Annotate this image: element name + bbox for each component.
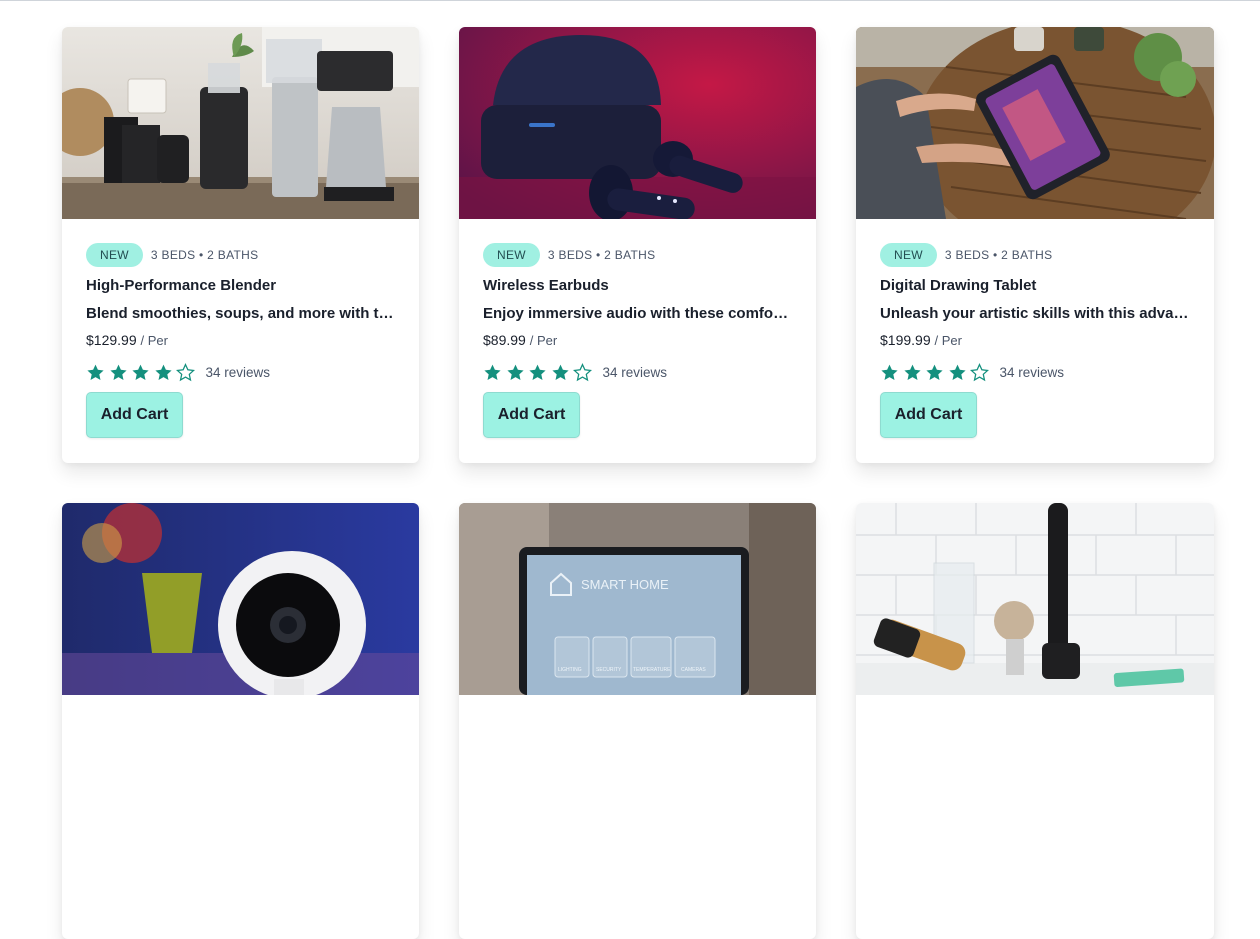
new-badge: New — [880, 243, 937, 267]
product-image — [856, 503, 1214, 695]
star-filled-icon — [948, 364, 966, 380]
product-card: New 3 beds • 2 baths High-Performance Bl… — [62, 27, 419, 463]
review-count: 34 reviews — [999, 364, 1065, 380]
star-filled-icon — [109, 364, 127, 380]
star-filled-icon — [551, 364, 569, 380]
product-image — [459, 27, 816, 219]
earbuds-photo-icon — [459, 27, 816, 219]
rating: 34 reviews — [86, 361, 395, 383]
price-unit: / Per — [529, 333, 558, 348]
tile-lighting: LIGHTING — [558, 667, 582, 673]
star-outline-icon — [573, 362, 592, 381]
star-filled-icon — [529, 364, 546, 380]
top-divider — [0, 0, 1260, 1]
new-badge: New — [86, 243, 143, 267]
star-outline-icon — [970, 362, 989, 381]
price-unit: / Per — [140, 333, 168, 348]
add-cart-button[interactable]: Add Cart — [483, 392, 580, 438]
tile-cameras: CAMERAS — [681, 667, 706, 673]
coffee-maker-photo-icon — [62, 27, 419, 219]
product-grid: New 3 beds • 2 baths High-Performance Bl… — [62, 27, 1214, 939]
product-price: $129.99 — [86, 332, 137, 348]
new-badge: New — [483, 243, 540, 267]
tile-security: SECURITY — [596, 667, 622, 673]
star-filled-icon — [903, 364, 921, 380]
product-price: $89.99 — [483, 332, 526, 348]
review-count: 34 reviews — [205, 364, 271, 380]
specs-text: 3 beds • 2 baths — [150, 248, 259, 262]
star-filled-icon — [926, 364, 943, 380]
electric-toothbrush-photo-icon — [856, 503, 1214, 695]
star-filled-icon — [132, 364, 149, 380]
star-outline-icon — [176, 362, 195, 381]
drawing-tablet-photo-icon — [856, 27, 1214, 219]
star-filled-icon — [506, 364, 524, 380]
product-card — [62, 503, 419, 939]
product-image — [62, 27, 419, 219]
smart-home-tablet-photo-icon: SMART HOME LIGHTING SECURITY TEMPERATURE… — [459, 503, 816, 695]
rating: 34 reviews — [880, 361, 1190, 383]
star-filled-icon — [154, 364, 172, 380]
tile-temperature: TEMPERATURE — [633, 667, 671, 673]
review-count: 34 reviews — [602, 364, 668, 380]
product-image — [856, 27, 1214, 219]
product-card: New 3 beds • 2 baths Wireless Earbuds En… — [459, 27, 816, 463]
add-cart-button[interactable]: Add Cart — [880, 392, 977, 438]
add-cart-button[interactable]: Add Cart — [86, 392, 183, 438]
product-description: Enjoy immersive audio with these comfort… — [483, 305, 792, 322]
product-card: SMART HOME LIGHTING SECURITY TEMPERATURE… — [459, 503, 816, 939]
specs-text: 3 beds • 2 baths — [547, 248, 656, 262]
smart-home-heading: SMART HOME — [581, 577, 669, 592]
price-unit: / Per — [934, 333, 962, 348]
product-title: High-Performance Blender — [86, 277, 277, 294]
product-card — [856, 503, 1214, 939]
star-filled-icon — [87, 364, 104, 380]
product-title: Wireless Earbuds — [483, 277, 609, 294]
rating: 34 reviews — [483, 361, 792, 383]
star-filled-icon — [881, 364, 898, 380]
security-camera-photo-icon — [62, 503, 419, 695]
product-image — [62, 503, 419, 695]
star-filled-icon — [484, 364, 501, 380]
product-card: New 3 beds • 2 baths Digital Drawing Tab… — [856, 27, 1214, 463]
product-image: SMART HOME LIGHTING SECURITY TEMPERATURE… — [459, 503, 816, 695]
product-description: Unleash your artistic skills with this a… — [880, 305, 1190, 322]
product-description: Blend smoothies, soups, and more with th… — [86, 305, 395, 322]
specs-text: 3 beds • 2 baths — [944, 248, 1053, 262]
product-price: $199.99 — [880, 332, 931, 348]
product-title: Digital Drawing Tablet — [880, 277, 1037, 294]
